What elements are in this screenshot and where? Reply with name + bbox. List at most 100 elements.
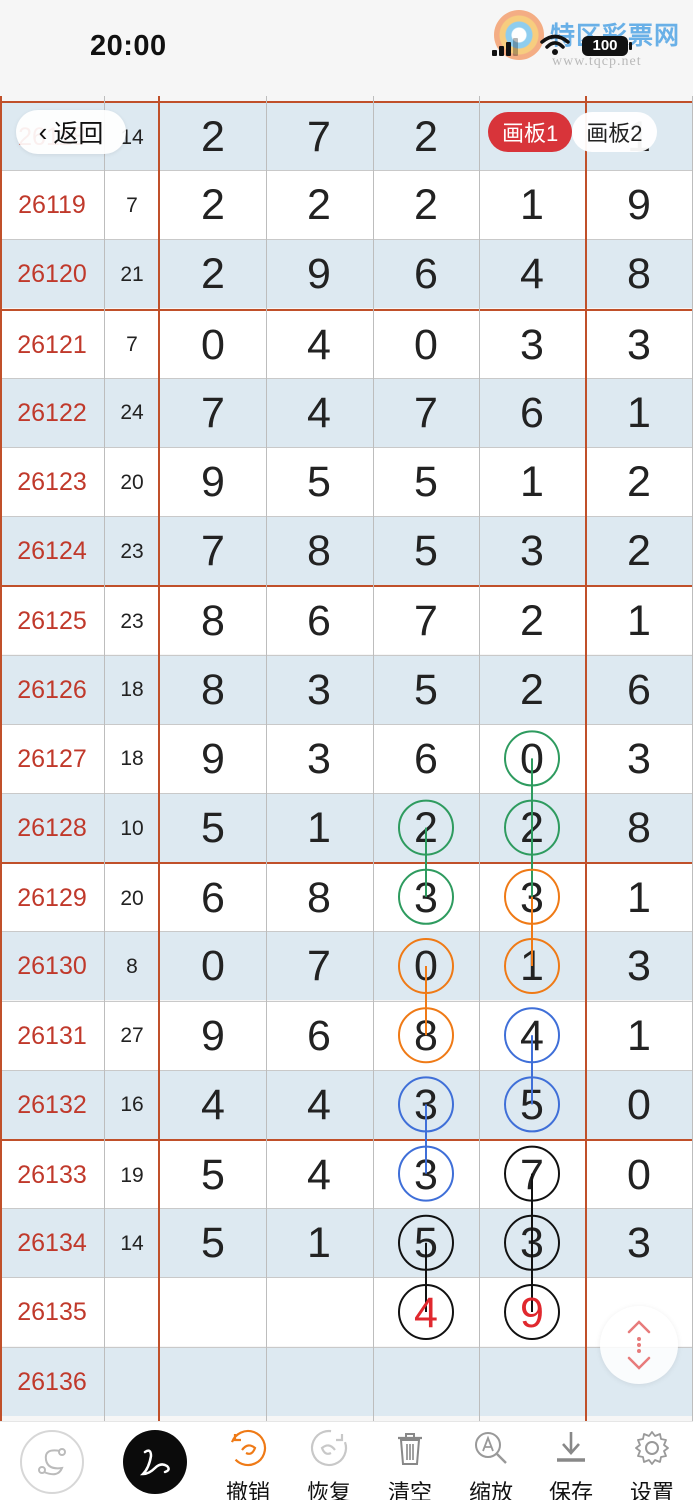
freehand-mode-button[interactable]	[123, 1430, 187, 1494]
digit-cell[interactable]: 1	[479, 932, 585, 1001]
digit-cell[interactable]: 8	[586, 794, 692, 863]
digit-cell[interactable]: 0	[479, 725, 585, 794]
digit-cell[interactable]: 6	[373, 240, 479, 309]
digit-cell[interactable]	[160, 1348, 266, 1417]
digit-cell[interactable]: 5	[373, 1209, 479, 1278]
expand-rows-button[interactable]	[600, 1306, 678, 1384]
digit-cell[interactable]: 9	[160, 448, 266, 517]
digit-cell[interactable]: 5	[160, 1141, 266, 1210]
digit-cell[interactable]: 8	[266, 517, 372, 586]
digit-cell[interactable]: 6	[266, 587, 372, 656]
digit-cell[interactable]: 0	[373, 932, 479, 1001]
digit-cell[interactable]: 4	[160, 1071, 266, 1140]
digit-cell[interactable]: 3	[479, 311, 585, 380]
digit-cell[interactable]: 4	[266, 1141, 372, 1210]
digit-cell[interactable]: 7	[266, 103, 372, 172]
digit-cell[interactable]: 6	[266, 1002, 372, 1071]
digit-cell[interactable]: 9	[160, 725, 266, 794]
digit-cell[interactable]: 9	[586, 171, 692, 240]
digit-cell[interactable]	[479, 1348, 585, 1417]
digit-cell[interactable]: 3	[479, 864, 585, 933]
clear-button[interactable]: 清空	[375, 1426, 445, 1500]
digit-cell[interactable]: 2	[373, 794, 479, 863]
digit-cell[interactable]: 3	[479, 1209, 585, 1278]
digit-cell[interactable]: 4	[266, 311, 372, 380]
digit-cell[interactable]: 8	[160, 656, 266, 725]
digit-cell[interactable]: 2	[160, 240, 266, 309]
digit-cell[interactable]: 1	[266, 1209, 372, 1278]
digit-cell[interactable]: 2	[479, 794, 585, 863]
digit-cell[interactable]: 4	[479, 1002, 585, 1071]
digit-cell[interactable]: 1	[586, 864, 692, 933]
digit-cell[interactable]: 7	[373, 379, 479, 448]
digit-cell[interactable]: 5	[160, 1209, 266, 1278]
settings-button[interactable]: 设置	[617, 1426, 687, 1500]
digit-cell[interactable]: 6	[160, 864, 266, 933]
digit-cell[interactable]: 0	[160, 311, 266, 380]
tab-board-1[interactable]: 画板1	[488, 112, 573, 152]
digit-cell[interactable]: 0	[586, 1071, 692, 1140]
digit-cell[interactable]: 4	[266, 379, 372, 448]
digit-cell[interactable]: 2	[373, 171, 479, 240]
digit-cell[interactable]: 5	[373, 656, 479, 725]
digit-cell[interactable]: 7	[479, 1141, 585, 1210]
digit-cell[interactable]	[373, 1278, 479, 1347]
digit-cell[interactable]: 8	[266, 864, 372, 933]
digit-cell[interactable]: 7	[266, 932, 372, 1001]
digit-cell[interactable]: 0	[373, 311, 479, 380]
digit-cell[interactable]: 3	[586, 932, 692, 1001]
digit-cell[interactable]: 1	[586, 379, 692, 448]
digit-cell[interactable]: 2	[479, 587, 585, 656]
digit-cell[interactable]: 3	[586, 311, 692, 380]
digit-cell[interactable]	[266, 1348, 372, 1417]
digit-cell[interactable]: 2	[160, 171, 266, 240]
digit-cell[interactable]: 6	[373, 725, 479, 794]
redo-button[interactable]: 恢复	[294, 1426, 364, 1500]
tab-board-2[interactable]: 画板2	[572, 112, 657, 152]
digit-cell[interactable]: 8	[373, 1002, 479, 1071]
digit-cell[interactable]: 2	[586, 448, 692, 517]
digit-cell[interactable]: 9	[160, 1002, 266, 1071]
digit-cell[interactable]: 5	[373, 448, 479, 517]
digit-cell[interactable]: 2	[586, 517, 692, 586]
digit-cell[interactable]: 5	[160, 794, 266, 863]
zoom-button[interactable]: 缩放	[456, 1426, 526, 1500]
digit-cell[interactable]: 3	[266, 656, 372, 725]
digit-cell[interactable]: 8	[160, 587, 266, 656]
digit-cell[interactable]: 5	[373, 517, 479, 586]
digit-cell[interactable]: 5	[266, 448, 372, 517]
save-button[interactable]: 保存	[536, 1426, 606, 1500]
digit-cell[interactable]: 3	[479, 517, 585, 586]
digit-cell[interactable]: 3	[373, 864, 479, 933]
digit-cell[interactable]: 1	[586, 587, 692, 656]
digit-cell[interactable]: 3	[586, 1209, 692, 1278]
digit-cell[interactable]: 2	[373, 103, 479, 172]
digit-cell[interactable]: 4	[479, 240, 585, 309]
digit-cell[interactable]: 3	[266, 725, 372, 794]
digit-cell[interactable]: 1	[586, 1002, 692, 1071]
back-button[interactable]: ‹ 返回	[16, 110, 126, 154]
digit-cell[interactable]	[479, 1278, 585, 1347]
digit-cell[interactable]: 3	[586, 725, 692, 794]
digit-cell[interactable]: 5	[479, 1071, 585, 1140]
digit-cell[interactable]: 1	[479, 448, 585, 517]
digit-cell[interactable]	[160, 1278, 266, 1347]
digit-cell[interactable]: 2	[160, 103, 266, 172]
digit-cell[interactable]: 0	[160, 932, 266, 1001]
digit-cell[interactable]: 6	[586, 656, 692, 725]
digit-cell[interactable]: 6	[479, 379, 585, 448]
digit-cell[interactable]: 2	[266, 171, 372, 240]
digit-cell[interactable]: 4	[266, 1071, 372, 1140]
digit-cell[interactable]: 9	[266, 240, 372, 309]
undo-button[interactable]: 撤销	[213, 1426, 283, 1500]
digit-cell[interactable]: 7	[373, 587, 479, 656]
digit-cell[interactable]: 7	[160, 379, 266, 448]
digit-cell[interactable]: 2	[479, 656, 585, 725]
digit-cell[interactable]: 8	[586, 240, 692, 309]
digit-cell[interactable]	[266, 1278, 372, 1347]
digit-cell[interactable]: 7	[160, 517, 266, 586]
digit-cell[interactable]: 1	[479, 171, 585, 240]
digit-cell[interactable]: 1	[266, 794, 372, 863]
digit-cell[interactable]	[373, 1348, 479, 1417]
curve-mode-button[interactable]	[20, 1430, 84, 1494]
